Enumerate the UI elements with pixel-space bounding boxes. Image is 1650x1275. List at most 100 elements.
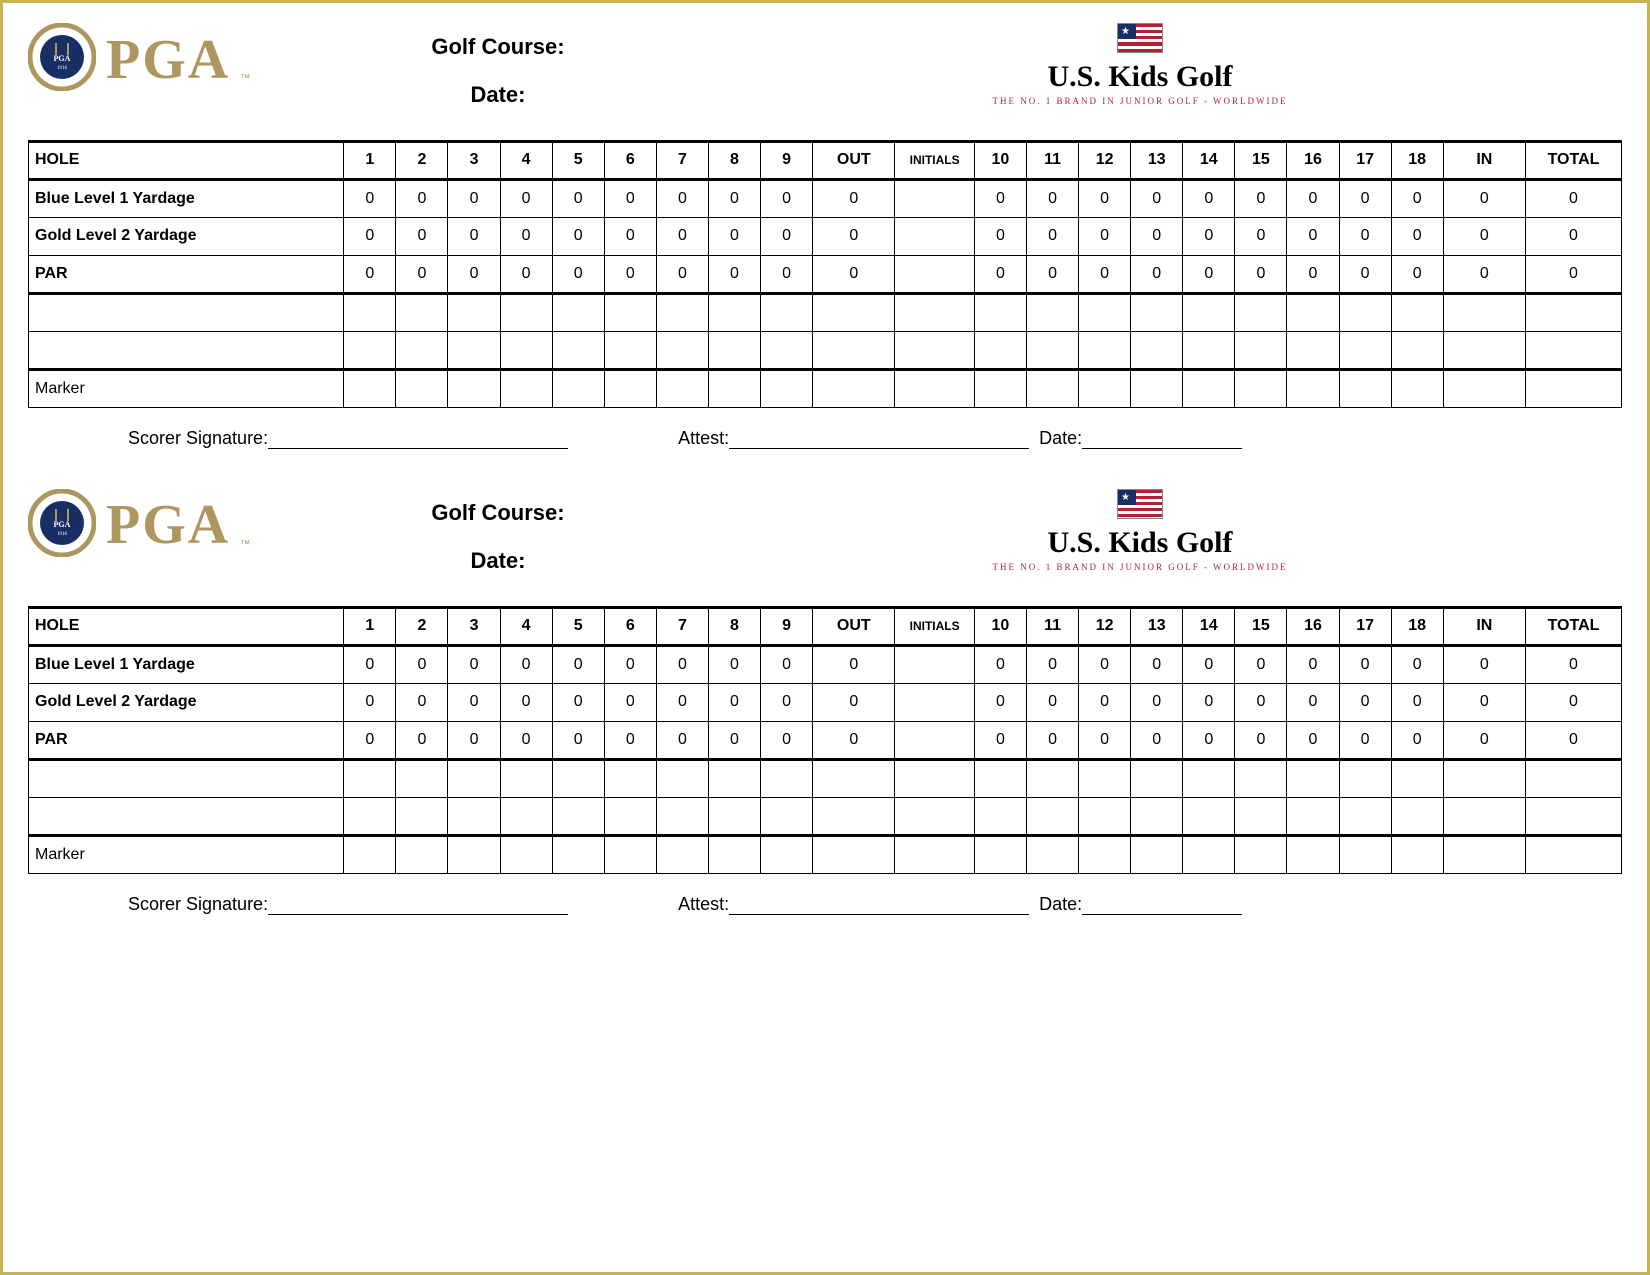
col-h10: 10 [974, 141, 1026, 179]
cell-in: 0 [1443, 217, 1525, 255]
col-total: TOTAL [1525, 141, 1621, 179]
uskids-title: U.S. Kids Golf [658, 526, 1622, 560]
cell: 0 [1026, 645, 1078, 683]
sig-date-label: Date: [1039, 894, 1082, 915]
row-label: Gold Level 2 Yardage [29, 683, 344, 721]
cell: 0 [604, 179, 656, 217]
pga-seal-icon: PGA 1916 [28, 23, 96, 96]
col-initials: INITIALS [895, 607, 975, 645]
pga-wordmark: PGA [106, 493, 230, 557]
cell: 0 [1339, 683, 1391, 721]
uskids-subtitle: THE NO. 1 BRAND IN JUNIOR GOLF - WORLDWI… [658, 96, 1622, 106]
golf-course-label: Golf Course: [338, 23, 658, 71]
sig-date-line[interactable] [1082, 914, 1242, 915]
svg-text:1916: 1916 [57, 532, 68, 537]
sig-date-label: Date: [1039, 428, 1082, 449]
cell: 0 [448, 645, 500, 683]
col-out: OUT [813, 141, 895, 179]
cell-initials[interactable] [895, 255, 975, 293]
cell: 0 [1079, 721, 1131, 759]
row-blank-1 [29, 293, 1622, 331]
scorecard-table: HOLE 123456789 OUTINITIALS 1011121314151… [28, 606, 1622, 874]
col-h4: 4 [500, 607, 552, 645]
cell: 0 [1131, 683, 1183, 721]
scorer-sig-line[interactable] [268, 448, 568, 449]
cell: 0 [708, 179, 760, 217]
cell: 0 [974, 255, 1026, 293]
col-h8: 8 [708, 607, 760, 645]
cell: 0 [604, 217, 656, 255]
col-h11: 11 [1026, 607, 1078, 645]
cell: 0 [1026, 683, 1078, 721]
cell: 0 [1131, 255, 1183, 293]
cell-initials[interactable] [895, 217, 975, 255]
cell: 0 [761, 255, 813, 293]
cell: 0 [448, 179, 500, 217]
cell-total: 0 [1525, 255, 1621, 293]
attest-line[interactable] [729, 914, 1029, 915]
scorer-sig-line[interactable] [268, 914, 568, 915]
cell: 0 [1183, 217, 1235, 255]
cell-initials[interactable] [895, 645, 975, 683]
cell: 0 [656, 217, 708, 255]
sig-date-line[interactable] [1082, 448, 1242, 449]
cell: 0 [552, 255, 604, 293]
cell: 0 [1339, 255, 1391, 293]
cell: 0 [708, 721, 760, 759]
cell: 0 [344, 721, 396, 759]
row-label: PAR [29, 255, 344, 293]
col-h6: 6 [604, 607, 656, 645]
col-h7: 7 [656, 607, 708, 645]
col-h14: 14 [1183, 607, 1235, 645]
cell: 0 [344, 683, 396, 721]
col-total: TOTAL [1525, 607, 1621, 645]
cell: 0 [500, 721, 552, 759]
cell: 0 [1183, 721, 1235, 759]
cell: 0 [1391, 683, 1443, 721]
cell-in: 0 [1443, 255, 1525, 293]
col-h2: 2 [396, 607, 448, 645]
col-h17: 17 [1339, 141, 1391, 179]
cell: 0 [974, 683, 1026, 721]
cell-initials[interactable] [895, 179, 975, 217]
svg-text:PGA: PGA [54, 520, 71, 529]
cell: 0 [1287, 645, 1339, 683]
cell: 0 [974, 721, 1026, 759]
cell: 0 [344, 255, 396, 293]
cell: 0 [1131, 645, 1183, 683]
cell: 0 [1026, 217, 1078, 255]
col-h9: 9 [761, 141, 813, 179]
uskids-title: U.S. Kids Golf [658, 60, 1622, 94]
golf-course-label: Golf Course: [338, 489, 658, 537]
cell: 0 [1235, 683, 1287, 721]
cell: 0 [1235, 721, 1287, 759]
cell: 0 [761, 721, 813, 759]
pga-seal-icon: PGA 1916 [28, 489, 96, 562]
cell: 0 [1235, 255, 1287, 293]
col-initials: INITIALS [895, 141, 975, 179]
cell: 0 [708, 255, 760, 293]
cell: 0 [552, 683, 604, 721]
cell-initials[interactable] [895, 721, 975, 759]
marker-label: Marker [29, 369, 344, 407]
col-h3: 3 [448, 607, 500, 645]
row-label: Blue Level 1 Yardage [29, 179, 344, 217]
cell: 0 [708, 683, 760, 721]
attest-label: Attest: [678, 428, 729, 449]
cell: 0 [448, 255, 500, 293]
cell-total: 0 [1525, 217, 1621, 255]
row-label: PAR [29, 721, 344, 759]
col-h14: 14 [1183, 141, 1235, 179]
col-h1: 1 [344, 141, 396, 179]
cell-initials[interactable] [895, 683, 975, 721]
cell: 0 [500, 683, 552, 721]
attest-line[interactable] [729, 448, 1029, 449]
cell: 0 [1235, 179, 1287, 217]
cell: 0 [1131, 179, 1183, 217]
course-info: Golf Course: Date: [338, 23, 658, 120]
scorecard-bottom: PGA 1916 PGA ™ Golf Course: Date: ★ U.S.… [28, 489, 1622, 925]
cell: 0 [396, 721, 448, 759]
cell: 0 [656, 721, 708, 759]
cell: 0 [552, 645, 604, 683]
col-in: IN [1443, 141, 1525, 179]
